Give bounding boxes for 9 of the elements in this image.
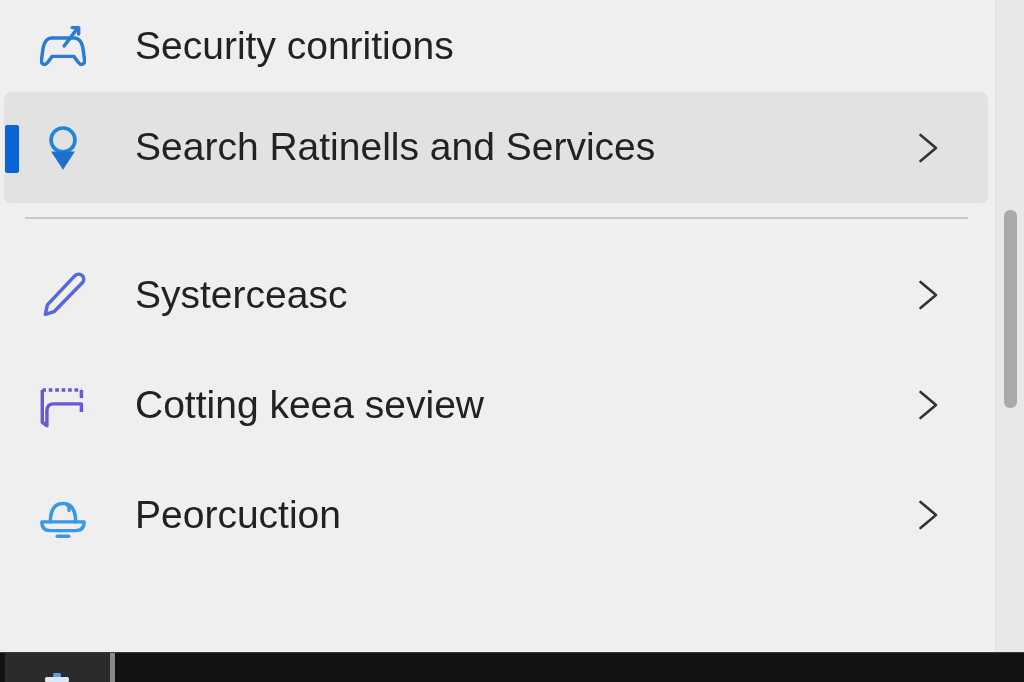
menu-item[interactable]: Systerceasc [4, 240, 988, 350]
gamepad-icon [40, 23, 86, 69]
menu-item[interactable]: Security conritions [4, 0, 988, 92]
scrollbar-thumb[interactable] [1003, 210, 1017, 408]
menu-item[interactable]: Search Ratinells and Services [4, 92, 988, 203]
menu-item[interactable]: Cotting keea seview [4, 350, 988, 460]
taskbar-button[interactable] [5, 653, 115, 682]
menu-item[interactable]: Peorcuction [4, 460, 988, 570]
selection-indicator [5, 125, 19, 173]
